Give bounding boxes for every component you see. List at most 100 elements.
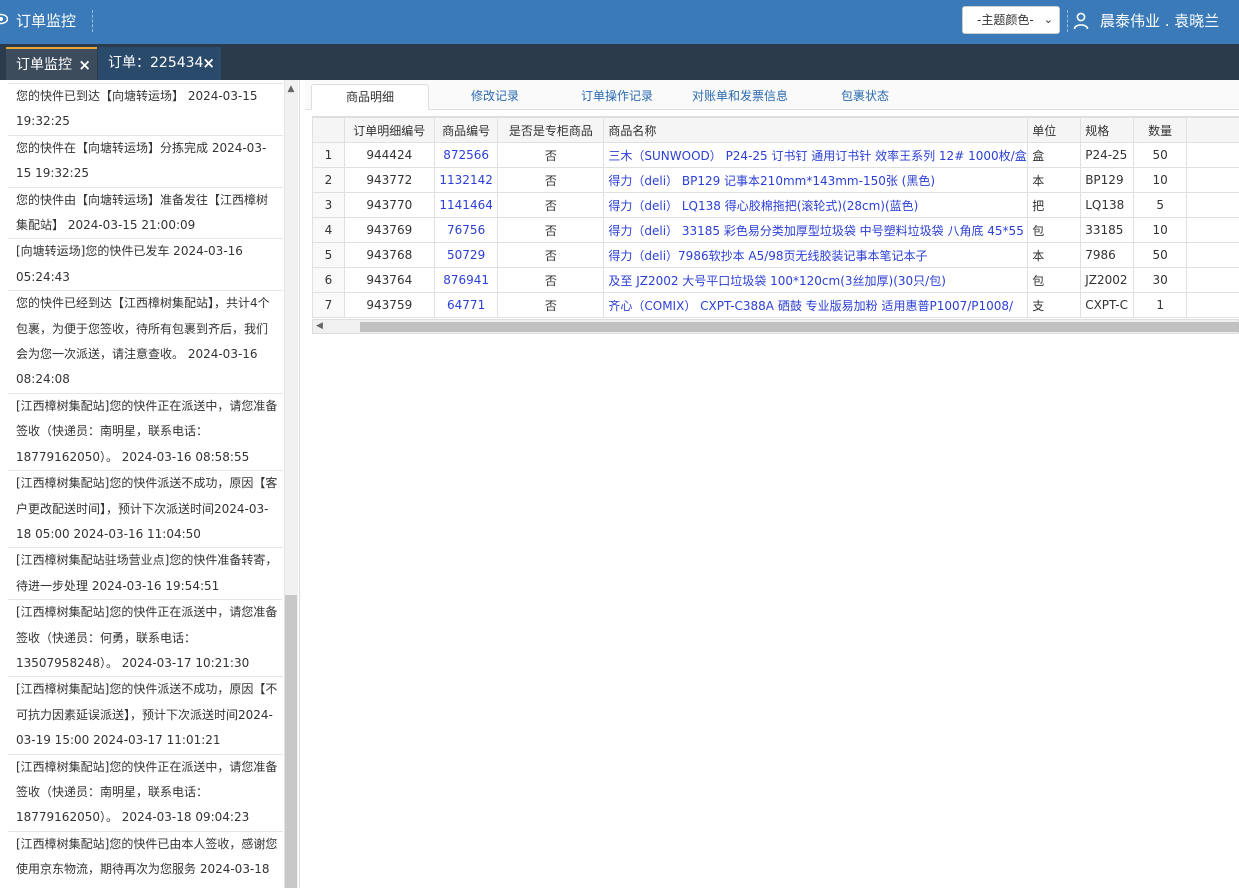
tab-goods-detail[interactable]: 商品明细 <box>311 84 429 110</box>
column-header[interactable]: 订单明细编号 <box>343 117 435 143</box>
header-divider <box>92 10 93 32</box>
table-cell: 5 <box>1133 192 1188 218</box>
column-header[interactable]: 商品名称 <box>603 117 1029 143</box>
product-name-link[interactable]: 得力（deli） LQ138 得心胶棉拖把(滚轮式)(28cm)(蓝色) <box>603 192 1029 218</box>
column-header[interactable]: 商品编号 <box>433 117 499 143</box>
product-name-link[interactable]: 及至 JZ2002 大号平口垃圾袋 100*120cm(3丝加厚)(30只/包) <box>603 267 1029 293</box>
list-item: [向塘转运场]您的快件已发车 2024-03-16 05:24:43 <box>8 239 283 292</box>
column-header[interactable]: 是否是专柜商品 <box>497 117 605 143</box>
table-cell: 116 <box>1186 292 1239 318</box>
table-cell: 0.87 <box>1186 142 1239 168</box>
order-detail-content: 商品明细 修改记录 订单操作记录 对账单和发票信息 包裹状态 订单明细编号 商品… <box>305 80 1239 888</box>
list-item: [江西樟树集配站]您的快件派送不成功，原因【客户更改配送时间】，预计下次派送时间… <box>8 471 283 549</box>
table-cell: 否 <box>497 192 605 218</box>
tab-order-monitor[interactable]: 订单监控 × <box>6 47 97 80</box>
table-cell: 50 <box>1133 242 1188 268</box>
table-cell: 1 <box>312 142 345 168</box>
table-cell: 支 <box>1027 292 1082 318</box>
table-cell: 50 <box>1133 142 1188 168</box>
column-header <box>312 117 345 143</box>
tab-modify-log[interactable]: 修改记录 <box>445 84 545 110</box>
table-row[interactable]: 2 943772 1132142 否得力（deli） BP129 记事本210mm*1… <box>312 167 1239 193</box>
table-cell: 15 <box>1186 217 1239 243</box>
column-header[interactable]: 数量 <box>1133 117 1188 143</box>
table-cell: 盒 <box>1027 142 1082 168</box>
table-cell: 包 <box>1027 217 1082 243</box>
column-header[interactable]: 单位 <box>1027 117 1082 143</box>
table-cell: JZ2002 <box>1080 267 1135 293</box>
table-row[interactable]: 4 943769 76756 否得力（deli） 33185 彩色易分类加厚型垃圾袋 … <box>312 217 1239 243</box>
product-name-link[interactable]: 得力（deli） 33185 彩色易分类加厚型垃圾袋 中号塑料垃圾袋 八角底 4… <box>603 217 1029 243</box>
page-tab-strip: 订单监控 × 订单：225434 × <box>0 44 1239 80</box>
table-row[interactable]: 1 944424 872566 否三木（SUNWOOD） P24-25 订书钉 通用订… <box>312 142 1239 168</box>
list-item: 您的快件已到达【向塘转运场】 2024-03-15 19:32:25 <box>8 84 283 136</box>
product-code-link[interactable]: 64771 <box>433 292 499 318</box>
list-item: [江西樟树集配站]您的快件正在派送中，请您准备签收（快递员：南明星，联系电话：1… <box>8 755 283 832</box>
product-name-link[interactable]: 三木（SUNWOOD） P24-25 订书钉 通用订书针 效率王系列 12# 1… <box>603 142 1029 168</box>
eye-icon <box>0 13 8 25</box>
horizontal-scrollbar[interactable]: ◀ <box>312 319 1239 334</box>
table-cell: 944424 <box>343 142 435 168</box>
table-header-row: 订单明细编号 商品编号 是否是专柜商品 商品名称 单位 规格 数量 单价 <box>312 117 1239 143</box>
table-row[interactable]: 5 943768 50729 否得力（deli）7986软抄本 A5/98页无线胶装记… <box>312 242 1239 268</box>
column-header[interactable]: 规格 <box>1080 117 1135 143</box>
table-cell: 否 <box>497 242 605 268</box>
product-code-link[interactable]: 876941 <box>433 267 499 293</box>
product-name-link[interactable]: 齐心（COMIX） CXPT-C388A 硒鼓 专业版易加粉 适用惠普P1007… <box>603 292 1029 318</box>
table-cell: 否 <box>497 267 605 293</box>
table-cell: LQ138 <box>1080 192 1135 218</box>
product-code-link[interactable]: 1132142 <box>433 167 499 193</box>
table-cell: 本 <box>1027 167 1082 193</box>
scroll-up-arrow-icon[interactable]: ▲ <box>284 80 298 98</box>
product-code-link[interactable]: 872566 <box>433 142 499 168</box>
theme-color-select[interactable]: -主题颜色- ⌄ <box>962 6 1060 34</box>
table-cell: 943768 <box>343 242 435 268</box>
table-row[interactable]: 3 943770 1141464 否得力（deli） LQ138 得心胶棉拖把(滚轮式… <box>312 192 1239 218</box>
table-cell: 7 <box>312 292 345 318</box>
table-cell: 否 <box>497 292 605 318</box>
column-header[interactable]: 单价 <box>1186 117 1239 143</box>
logistics-panel: 您的快件已到达【向塘转运场】 2024-03-15 19:32:25 您的快件在… <box>0 80 300 888</box>
table-cell: 否 <box>497 142 605 168</box>
table-cell: 包 <box>1027 267 1082 293</box>
list-item: [江西樟树集配站]您的快件派送不成功，原因【不可抗力因素延误派送】，预计下次派送… <box>8 677 283 755</box>
table-cell: 否 <box>497 167 605 193</box>
table-row[interactable]: 7 943759 64771 否齐心（COMIX） CXPT-C388A 硒鼓 专业版… <box>312 292 1239 318</box>
goods-table: 订单明细编号 商品编号 是否是专柜商品 商品名称 单位 规格 数量 单价 194… <box>312 116 1239 318</box>
top-header: 订单监控 -主题颜色- ⌄ 晨泰伟业 . 袁晓兰 <box>0 0 1239 44</box>
close-icon[interactable]: × <box>78 49 91 82</box>
scroll-left-arrow-icon[interactable]: ◀ <box>316 320 323 333</box>
table-cell: 2 <box>312 167 345 193</box>
tab-order-operation-log[interactable]: 订单操作记录 <box>567 84 667 110</box>
close-icon[interactable]: × <box>202 47 215 80</box>
table-cell: 9 <box>1186 167 1239 193</box>
table-cell: 否 <box>497 217 605 243</box>
product-code-link[interactable]: 1141464 <box>433 192 499 218</box>
user-icon[interactable] <box>1073 12 1089 30</box>
tab-order-detail[interactable]: 订单：225434 × <box>98 47 221 80</box>
product-code-link[interactable]: 76756 <box>433 217 499 243</box>
table-cell: 本 <box>1027 242 1082 268</box>
scrollbar-thumb[interactable] <box>360 322 1239 332</box>
user-name[interactable]: 晨泰伟业 . 袁晓兰 <box>1100 10 1219 31</box>
table-cell: P24-25 <box>1080 142 1135 168</box>
list-item: 您的快件在【向塘转运场】分拣完成 2024-03-15 19:32:25 <box>8 136 283 188</box>
list-item: 您的快件已经到达【江西樟树集配站】，共计4个包裹，为便于您签收，待所有包裹到齐后… <box>8 291 283 394</box>
theme-select-value: -主题颜色- <box>977 13 1034 27</box>
table-row[interactable]: 6 943764 876941 否及至 JZ2002 大号平口垃圾袋 100*120c… <box>312 267 1239 293</box>
table-cell: 6 <box>312 267 345 293</box>
chevron-down-icon: ⌄ <box>1043 13 1053 26</box>
product-code-link[interactable]: 50729 <box>433 242 499 268</box>
tab-package-status[interactable]: 包裹状态 <box>815 84 915 110</box>
product-name-link[interactable]: 得力（deli）7986软抄本 A5/98页无线胶装记事本笔记本子 <box>603 242 1029 268</box>
table-cell: 943770 <box>343 192 435 218</box>
table-cell: 1 <box>1133 292 1188 318</box>
logistics-list: 您的快件已到达【向塘转运场】 2024-03-15 19:32:25 您的快件在… <box>8 80 283 888</box>
list-item: [江西樟树集配站驻场营业点]您的快件准备转寄，待进一步处理 2024-03-16… <box>8 548 283 601</box>
table-cell: 4 <box>312 217 345 243</box>
product-name-link[interactable]: 得力（deli） BP129 记事本210mm*143mm-150张 (黑色) <box>603 167 1029 193</box>
scrollbar-thumb[interactable] <box>285 595 297 888</box>
tab-statement-invoice[interactable]: 对账单和发票信息 <box>685 84 795 110</box>
list-item: [江西樟树集配站]您的快件正在派送中，请您准备签收（快递员：南明星，联系电话：1… <box>8 394 283 472</box>
table-cell: 把 <box>1027 192 1082 218</box>
